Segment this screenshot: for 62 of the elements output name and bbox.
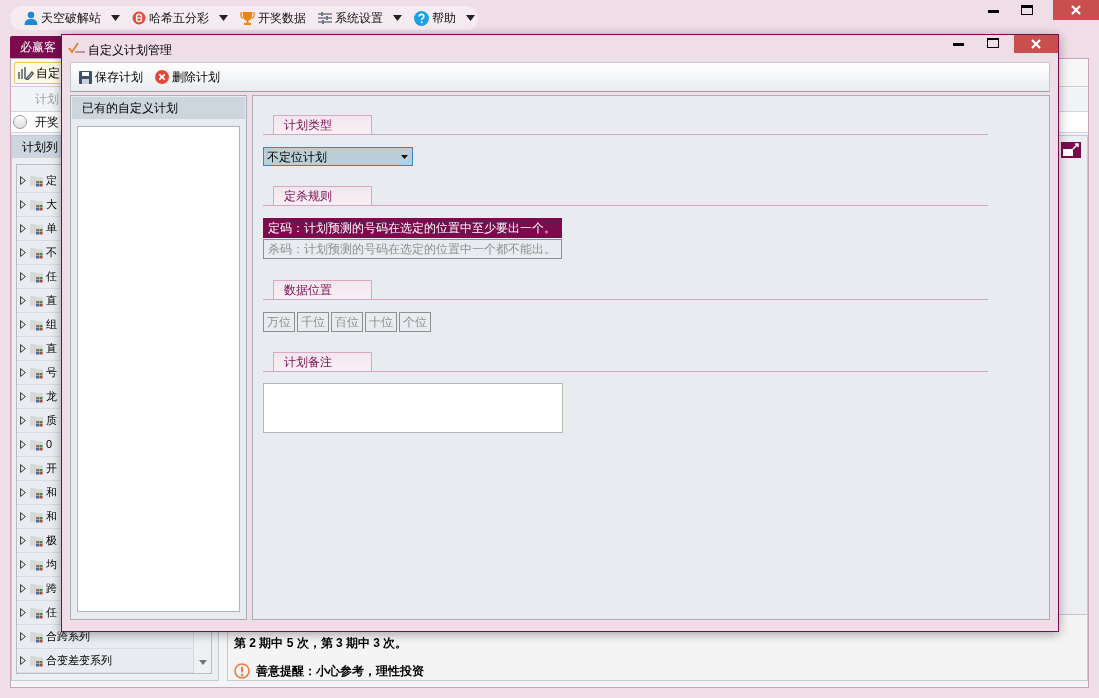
close-icon	[1071, 5, 1081, 15]
ball-icon	[132, 11, 146, 25]
result-text: 第 2 期中 5 次，第 3 期中 3 次。	[234, 635, 409, 652]
radio-button[interactable]	[13, 115, 27, 129]
tree-item[interactable]: 合变差变系列	[17, 649, 193, 673]
dialog-title: 自定义计划管理	[88, 42, 172, 59]
section-heading: 计划备注	[273, 352, 372, 371]
maximize-icon[interactable]	[987, 38, 999, 48]
section-heading: 数据位置	[273, 280, 372, 299]
folder-icon	[30, 414, 44, 427]
folder-icon	[30, 270, 44, 283]
scroll-down-icon	[198, 660, 207, 665]
maximize-icon[interactable]	[1021, 5, 1033, 15]
delete-button[interactable]: 删除计划	[155, 68, 220, 86]
folder-icon	[30, 294, 44, 307]
folder-icon	[30, 510, 44, 523]
folder-icon	[30, 582, 44, 595]
folder-icon	[30, 486, 44, 499]
section-heading: 计划类型	[273, 115, 372, 134]
folder-icon	[30, 438, 44, 451]
warning-icon	[234, 663, 250, 679]
caret-icon	[401, 154, 408, 159]
user-icon	[24, 11, 38, 25]
section-heading: 定杀规则	[273, 186, 372, 205]
expand-icon[interactable]	[1061, 142, 1081, 158]
folder-icon	[30, 222, 44, 235]
menu-item[interactable]: 帮助	[414, 9, 475, 27]
folder-icon	[30, 654, 44, 667]
reminder-text: 善意提醒：小心参考，理性投资	[256, 663, 424, 680]
folder-icon	[30, 606, 44, 619]
folder-icon	[30, 630, 44, 643]
trophy-icon	[240, 11, 255, 25]
close-button[interactable]	[1053, 0, 1099, 20]
close-button[interactable]	[1014, 35, 1058, 53]
folder-icon	[30, 390, 44, 403]
save-button[interactable]: 保存计划	[79, 68, 143, 86]
help-icon	[414, 10, 429, 26]
folder-icon	[30, 342, 44, 355]
plan-type-dropdown[interactable]: 不定位计划	[263, 147, 413, 166]
chart-pen-icon	[18, 65, 34, 80]
sliders-icon	[318, 12, 332, 24]
section-label: 计划	[35, 91, 59, 108]
note-field[interactable]	[263, 383, 563, 433]
folder-icon	[30, 318, 44, 331]
folder-icon	[30, 246, 44, 259]
logo-icon	[68, 42, 86, 54]
delete-icon	[155, 70, 169, 84]
panel-heading: 已有的自定义计划	[72, 97, 245, 119]
menu-item[interactable]: 哈希五分彩	[132, 9, 228, 27]
menu-item[interactable]: 开奖数据	[240, 9, 306, 27]
menu-item[interactable]: 系统设置	[318, 9, 402, 27]
folder-icon	[30, 174, 44, 187]
folder-icon	[30, 198, 44, 211]
folder-icon	[30, 366, 44, 379]
folder-icon	[30, 534, 44, 547]
menu-item[interactable]: 天空破解站	[24, 9, 120, 27]
close-icon	[1031, 39, 1041, 49]
save-icon	[79, 70, 92, 84]
folder-icon	[30, 558, 44, 571]
folder-icon	[30, 462, 44, 475]
rule-option[interactable]: 定码：计划预测的号码在选定的位置中至少要出一个。	[263, 218, 562, 238]
draw-option[interactable]: 开奖	[11, 113, 59, 131]
